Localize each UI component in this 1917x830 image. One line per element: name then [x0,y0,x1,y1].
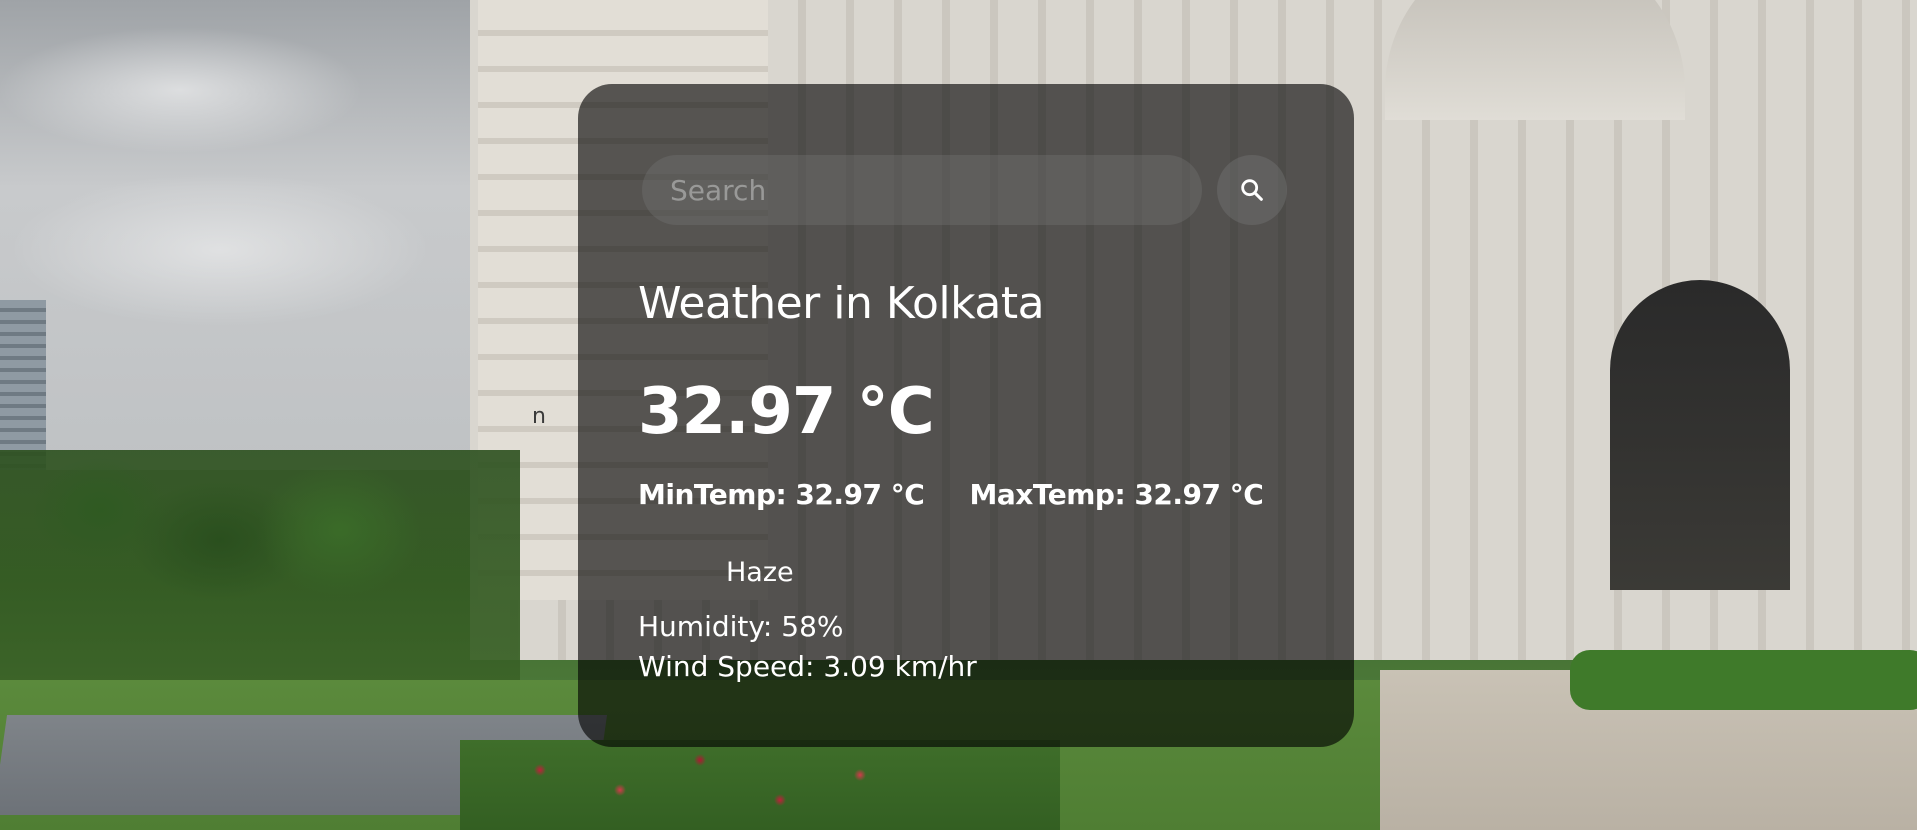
building-dome [1385,0,1685,120]
weather-description: Haze [726,556,794,588]
weather-description-row: Haze [638,552,794,592]
background-photo: n Weather in Kolkata 32.97 °C MinTemp: 3… [0,0,1917,830]
stray-text: n [532,404,546,429]
search-input[interactable] [642,155,1202,225]
weather-condition-icon [638,552,718,592]
max-temperature: MaxTemp: 32.97 °C [969,478,1264,511]
city-title: Weather in Kolkata [638,278,1045,329]
current-temperature: 32.97 °C [638,375,935,449]
flower-bed [460,740,1060,830]
wind-speed: Wind Speed: 3.09 km/hr [638,650,977,683]
building-archway [1610,280,1790,590]
search-button[interactable] [1217,155,1287,225]
trees [0,450,520,700]
min-temperature: MinTemp: 32.97 °C [638,478,925,511]
hedge [1570,650,1917,710]
search-bar [642,155,1287,225]
min-max-temperature: MinTemp: 32.97 °C MaxTemp: 32.97 °C [638,478,1264,511]
weather-card: Weather in Kolkata 32.97 °C MinTemp: 32.… [578,84,1354,747]
search-icon [1241,179,1263,201]
humidity: Humidity: 58% [638,610,844,643]
distant-tower [0,300,46,470]
